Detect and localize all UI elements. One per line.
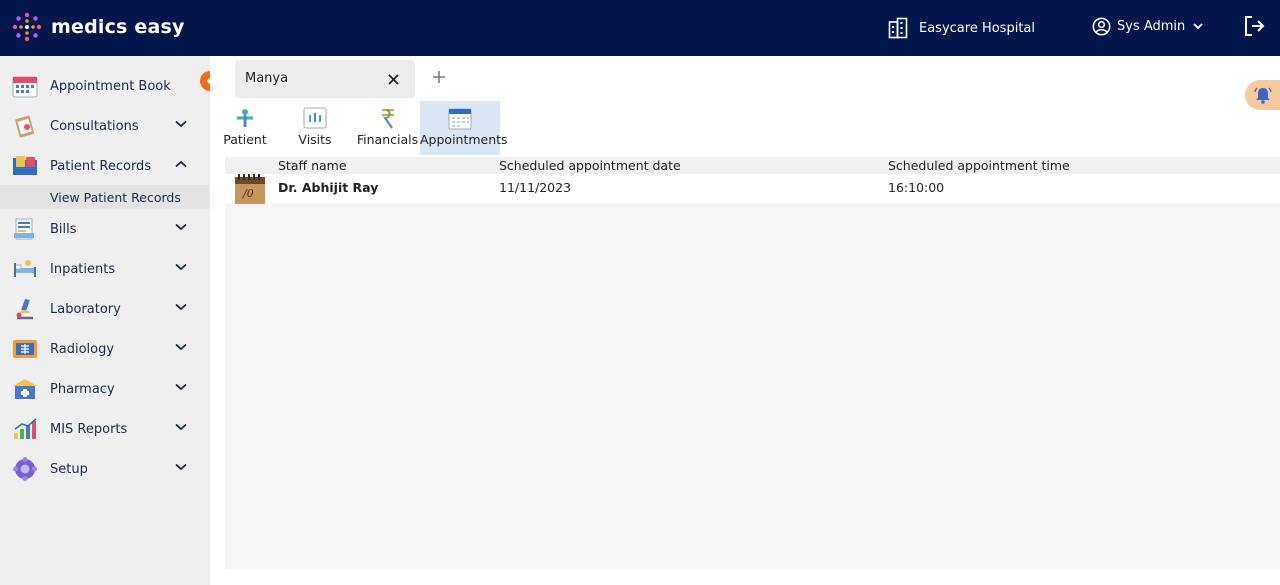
app-name: medics easy bbox=[51, 16, 185, 38]
logout-button[interactable] bbox=[1243, 15, 1265, 41]
user-name: Sys Admin bbox=[1117, 19, 1186, 34]
chevron-down-icon bbox=[1193, 23, 1203, 30]
sidebar-item-label: Appointment Book bbox=[50, 78, 171, 94]
hospital-name: Easycare Hospital bbox=[919, 20, 1035, 36]
sidebar-item-label: MIS Reports bbox=[50, 421, 128, 437]
calendar-icon bbox=[12, 76, 38, 98]
visits-icon bbox=[303, 107, 327, 129]
chevron-up-icon bbox=[175, 160, 187, 168]
tool-patient[interactable]: Patient bbox=[220, 101, 270, 155]
add-tab-icon[interactable] bbox=[432, 70, 446, 84]
hospital-selector[interactable]: Easycare Hospital bbox=[888, 17, 1035, 39]
sidebar-item-label: Bills bbox=[50, 221, 77, 237]
appointment-book-icon: /0 bbox=[235, 174, 265, 204]
chart-icon bbox=[14, 418, 37, 439]
appointments-grid: Staff name Scheduled appointment date Sc… bbox=[225, 157, 1280, 569]
sidebar-item-inpatients[interactable]: Inpatients bbox=[0, 249, 210, 289]
microscope-icon bbox=[16, 298, 33, 320]
bill-icon bbox=[14, 218, 34, 240]
tool-label: Appointments bbox=[420, 132, 508, 147]
bell-icon bbox=[1254, 87, 1272, 104]
clipboard-icon bbox=[15, 115, 35, 138]
user-circle-icon bbox=[1092, 17, 1111, 36]
sidebar-item-label: Inpatients bbox=[50, 261, 116, 277]
close-icon[interactable] bbox=[388, 74, 399, 85]
xray-icon bbox=[13, 340, 37, 358]
sidebar-item-label: Laboratory bbox=[50, 301, 121, 317]
sidebar-item-pharmacy[interactable]: Pharmacy bbox=[0, 369, 210, 409]
column-header-date[interactable]: Scheduled appointment date bbox=[499, 158, 681, 173]
tool-label: Financials bbox=[356, 132, 419, 147]
chevron-down-icon bbox=[175, 463, 187, 471]
app-logo[interactable]: medics easy bbox=[10, 10, 185, 44]
main-content: Manya Patient Visits Financials Appointm… bbox=[210, 56, 1280, 585]
chevron-down-icon bbox=[175, 223, 187, 231]
sidebar-item-label: Consultations bbox=[50, 118, 139, 134]
sidebar-item-appointment-book[interactable]: Appointment Book bbox=[0, 66, 210, 106]
sidebar-item-patient-records[interactable]: Patient Records bbox=[0, 146, 210, 186]
user-menu[interactable]: Sys Admin bbox=[1092, 17, 1203, 36]
sidebar-subitem-label: View Patient Records bbox=[50, 190, 181, 205]
chevron-down-icon bbox=[175, 303, 187, 311]
time-cell: 16:10:00 bbox=[888, 180, 945, 195]
tool-label: Patient bbox=[223, 132, 267, 147]
logout-icon bbox=[1245, 16, 1265, 36]
gear-icon bbox=[13, 457, 37, 481]
sidebar: Appointment Book Consultations Patient R… bbox=[0, 56, 210, 585]
top-bar: medics easy Easycare Hospital Sys Admin bbox=[0, 0, 1280, 56]
tool-visits[interactable]: Visits bbox=[290, 101, 340, 155]
staff-name-cell: Dr. Abhijit Ray bbox=[278, 180, 379, 195]
building-icon bbox=[888, 17, 908, 39]
tool-label: Visits bbox=[298, 132, 332, 147]
sidebar-item-laboratory[interactable]: Laboratory bbox=[0, 289, 210, 329]
sidebar-subitem-view-patient-records[interactable]: View Patient Records bbox=[0, 185, 210, 209]
chevron-down-icon bbox=[175, 263, 187, 271]
sidebar-item-consultations[interactable]: Consultations bbox=[0, 106, 210, 146]
chevron-down-icon bbox=[175, 120, 187, 128]
table-row[interactable]: /0 Dr. Abhijit Ray 11/11/2023 16:10:00 bbox=[225, 174, 1280, 204]
date-cell: 11/11/2023 bbox=[499, 180, 572, 195]
sidebar-item-label: Setup bbox=[50, 461, 88, 477]
chevron-down-icon bbox=[175, 383, 187, 391]
calendar-icon bbox=[448, 108, 472, 130]
grid-header: Staff name Scheduled appointment date Sc… bbox=[225, 157, 1280, 174]
sidebar-item-label: Radiology bbox=[50, 341, 115, 357]
sidebar-item-radiology[interactable]: Radiology bbox=[0, 329, 210, 369]
svg-text:/0: /0 bbox=[242, 187, 254, 200]
patient-tab[interactable]: Manya bbox=[235, 60, 415, 98]
notification-button[interactable] bbox=[1245, 80, 1280, 110]
patient-icon bbox=[237, 109, 253, 127]
sidebar-item-bills[interactable]: Bills bbox=[0, 209, 210, 249]
sidebar-item-label: Pharmacy bbox=[50, 381, 115, 397]
column-header-staff-name[interactable]: Staff name bbox=[278, 158, 347, 173]
sidebar-item-mis-reports[interactable]: MIS Reports bbox=[0, 409, 210, 449]
tool-appointments[interactable]: Appointments bbox=[420, 101, 508, 155]
rupee-icon bbox=[381, 109, 394, 129]
bed-icon bbox=[14, 260, 36, 277]
pharmacy-icon bbox=[13, 379, 37, 399]
chevron-down-icon bbox=[175, 343, 187, 351]
chevron-down-icon bbox=[175, 423, 187, 431]
patient-tab-label: Manya bbox=[245, 71, 289, 86]
sidebar-item-label: Patient Records bbox=[50, 158, 152, 174]
column-header-time[interactable]: Scheduled appointment time bbox=[888, 158, 1070, 173]
sidebar-item-setup[interactable]: Setup bbox=[0, 449, 210, 489]
logo-icon bbox=[12, 12, 42, 42]
folder-icon bbox=[13, 156, 37, 175]
tool-financials[interactable]: Financials bbox=[355, 101, 420, 155]
